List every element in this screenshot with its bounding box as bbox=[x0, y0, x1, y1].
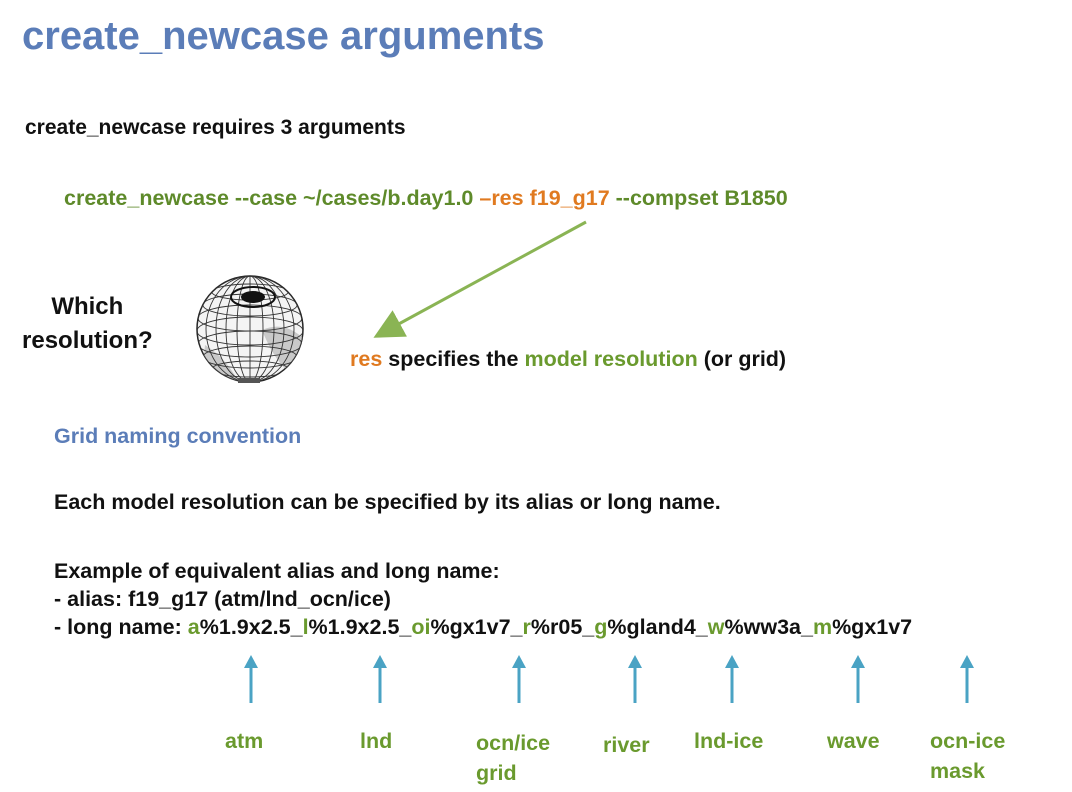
alias-line: - alias: f19_g17 (atm/lnd_ocn/ice) bbox=[54, 587, 391, 611]
label-lnd-ice: lnd-ice bbox=[694, 729, 764, 753]
diagram-overlay bbox=[196, 220, 974, 703]
res-desc-mid: specifies the bbox=[382, 347, 525, 371]
segment-value: %1.9x2.5_ bbox=[199, 615, 303, 639]
long-name-line: - long name: a%1.9x2.5_l%1.9x2.5_oi%gx1v… bbox=[54, 613, 912, 641]
arrow-lnd-icon bbox=[373, 655, 387, 703]
label-ocn-ice-grid-line1: ocn/ice bbox=[476, 731, 551, 755]
arrow-ocn-ice-mask-icon bbox=[960, 655, 974, 703]
segment-prefix: a bbox=[187, 615, 200, 639]
label-ocn-ice-mask-line2: mask bbox=[930, 759, 985, 783]
label-atm: atm bbox=[225, 729, 264, 753]
label-ocn-ice-grid-line2: grid bbox=[476, 761, 517, 785]
label-ocn-ice-grid: ocn/ice grid bbox=[476, 728, 550, 788]
segment-prefix: m bbox=[812, 615, 833, 639]
label-lnd: lnd bbox=[360, 729, 393, 753]
segment-value: %r05_ bbox=[530, 615, 595, 639]
label-river: river bbox=[603, 733, 650, 757]
example-block: Example of equivalent alias and long nam… bbox=[54, 557, 912, 641]
label-wave: wave bbox=[827, 729, 880, 753]
segment-prefix: r bbox=[522, 615, 531, 639]
globe-wireframe-icon bbox=[196, 275, 304, 383]
segment-prefix: oi bbox=[411, 615, 431, 639]
segment-value: %gx1v7_ bbox=[430, 615, 523, 639]
segment-value: %gland4_ bbox=[607, 615, 708, 639]
alias-description: Each model resolution can be specified b… bbox=[54, 490, 721, 514]
arrow-river-icon bbox=[628, 655, 642, 703]
arrow-atm-icon bbox=[244, 655, 258, 703]
segment-value: %1.9x2.5_ bbox=[308, 615, 412, 639]
label-ocn-ice-mask-line1: ocn-ice bbox=[930, 729, 1006, 753]
res-pointer-arrow bbox=[373, 220, 587, 338]
long-name-prefix: - long name: bbox=[54, 615, 188, 639]
arrow-lnd-ice-icon bbox=[725, 655, 739, 703]
res-desc-tail: (or grid) bbox=[697, 347, 787, 371]
segment-prefix: w bbox=[707, 615, 725, 639]
segment-prefix: g bbox=[594, 615, 608, 639]
example-header: Example of equivalent alias and long nam… bbox=[54, 559, 500, 583]
grid-naming-heading: Grid naming convention bbox=[54, 424, 302, 448]
segment-value: %ww3a_ bbox=[724, 615, 813, 639]
arrow-ocn-ice-grid-icon bbox=[512, 655, 526, 703]
label-ocn-ice-mask: ocn-ice mask bbox=[930, 726, 1005, 786]
res-description: res specifies the model resolution (or g… bbox=[350, 347, 786, 372]
model-resolution-text: model resolution bbox=[524, 347, 698, 371]
component-arrows bbox=[244, 655, 974, 703]
arrow-wave-icon bbox=[851, 655, 865, 703]
segment-value: %gx1v7 bbox=[832, 615, 913, 639]
res-keyword: res bbox=[350, 347, 383, 371]
